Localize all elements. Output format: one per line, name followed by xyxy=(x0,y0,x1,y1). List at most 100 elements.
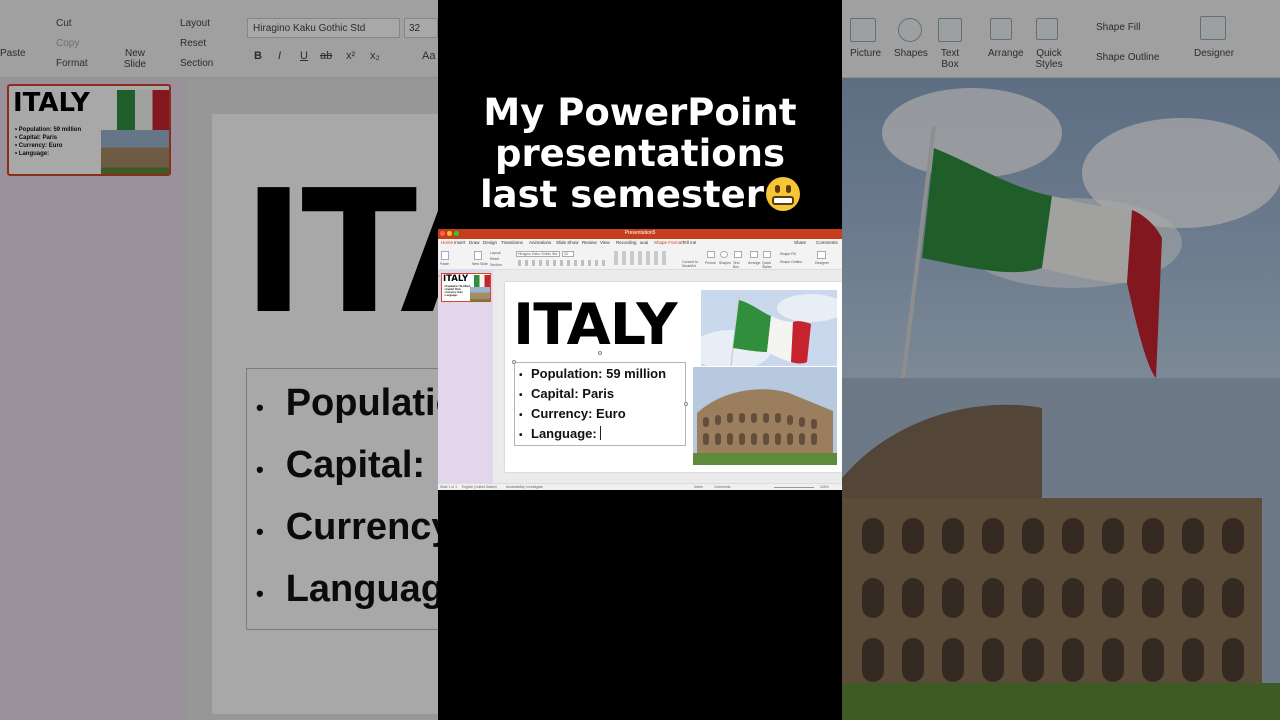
designer-icon[interactable] xyxy=(817,251,826,259)
comments-status-button[interactable]: Comments xyxy=(714,485,730,489)
background-ribbon: Paste Cut Copy Format New Slide Layout R… xyxy=(0,0,438,78)
thumb-title: ITALY xyxy=(443,274,469,284)
tab-acai[interactable]: acai xyxy=(640,240,648,245)
caption-line-2: presentations xyxy=(494,132,786,175)
superscript-button[interactable]: x² xyxy=(346,50,355,62)
picture-label: Picture xyxy=(705,261,716,265)
text-box-icon[interactable] xyxy=(938,18,962,42)
font-size-dropdown[interactable]: 32 xyxy=(562,251,574,257)
tab-slide-show[interactable]: Slide Show xyxy=(556,240,579,245)
bullet-language[interactable]: • Language: xyxy=(519,426,601,444)
paste-icon[interactable] xyxy=(441,251,449,260)
picture-icon[interactable] xyxy=(707,251,715,258)
section-button[interactable]: Section xyxy=(490,263,502,267)
underline-button[interactable]: U xyxy=(300,50,308,62)
text-cursor xyxy=(599,426,601,440)
arrange-icon[interactable] xyxy=(750,251,758,258)
bold-button[interactable]: B xyxy=(254,50,262,62)
colosseum-image[interactable] xyxy=(693,367,837,465)
left-background-panel: Paste Cut Copy Format New Slide Layout R… xyxy=(0,0,438,720)
shapes-icon[interactable] xyxy=(720,251,728,258)
background-bullet-2: •Currency: Euro xyxy=(256,506,438,548)
resize-handle-icon[interactable] xyxy=(512,360,516,364)
quick-styles-label: Quick Styles xyxy=(762,261,772,269)
shapes-icon[interactable] xyxy=(898,18,922,42)
font-name-value: Hiragino Kaku Gothic Std xyxy=(518,252,558,256)
home-ribbon: Paste New Slide Layout Reset Section Hir… xyxy=(438,248,842,270)
text-box-label: Text Box xyxy=(733,261,740,269)
tab-shape-format[interactable]: Shape Format xyxy=(654,240,683,245)
background-thumbnail-pane: ITALY • Population: 59 million • Capital… xyxy=(0,78,186,720)
tab-recording[interactable]: Recording xyxy=(616,240,637,245)
slide-1[interactable]: ITALY • Population: 59 million • Capital… xyxy=(505,282,842,472)
ribbon-tabs: Home Insert Draw Design Transitions Anim… xyxy=(438,239,842,248)
text-box-icon[interactable] xyxy=(734,251,742,258)
shape-outline-label[interactable]: Shape Outline xyxy=(1096,52,1159,63)
shapes-label: Shapes xyxy=(719,261,731,265)
bullet-capital: • Capital: Paris xyxy=(519,386,615,401)
background-bullet-1: •Capital: Paris xyxy=(256,444,438,486)
subscript-button[interactable]: x₂ xyxy=(370,50,380,62)
thumb-colosseum-image xyxy=(101,130,169,174)
italic-button[interactable]: I xyxy=(278,50,281,62)
section-label: Section xyxy=(180,58,214,69)
new-slide-icon[interactable] xyxy=(474,251,482,260)
tab-animations[interactable]: Animations xyxy=(529,240,551,245)
strikethrough-button[interactable]: ab xyxy=(320,50,332,62)
designer-label: Designer xyxy=(815,261,830,265)
background-slide-canvas: ITALY •Population: 59 million •Capital: … xyxy=(186,78,438,720)
bullet-population: • Population: 59 million xyxy=(519,366,667,381)
language-status[interactable]: English (United States) xyxy=(462,485,497,489)
change-case-button[interactable]: Aa xyxy=(422,50,435,62)
paragraph-buttons[interactable] xyxy=(614,251,670,265)
convert-smartart-button[interactable]: Convert to SmartArt xyxy=(682,260,704,268)
tab-insert[interactable]: Insert xyxy=(454,240,465,245)
layout-button[interactable]: Layout xyxy=(490,251,501,255)
format-label: Format xyxy=(56,58,88,69)
arrange-icon[interactable] xyxy=(990,18,1012,40)
accessibility-status[interactable]: Accessibility: Investigate xyxy=(506,485,543,489)
shape-outline-button[interactable]: Shape Outline xyxy=(780,260,802,264)
slide-thumbnail[interactable]: ITALY • Population: 59 million • Capital… xyxy=(441,273,491,302)
thumb-flag-image xyxy=(474,275,490,287)
photo-illustration xyxy=(842,125,1280,720)
background-slide-thumbnail[interactable]: ITALY • Population: 59 million • Capital… xyxy=(7,84,171,176)
zoom-slider[interactable] xyxy=(774,487,814,488)
tab-review[interactable]: Review xyxy=(582,240,597,245)
shape-fill-button[interactable]: Shape Fill xyxy=(780,252,796,256)
designer-icon[interactable] xyxy=(1200,16,1226,40)
font-format-buttons[interactable] xyxy=(518,260,608,266)
zoom-level: 115% xyxy=(820,485,829,489)
right-background-ribbon: Picture Shapes Text Box Arrange Quick St… xyxy=(842,0,1280,78)
picture-icon[interactable] xyxy=(850,18,876,42)
notes-button[interactable]: Notes xyxy=(694,485,703,489)
copy-label: Copy xyxy=(56,38,80,49)
window-title: Presentation5 xyxy=(624,230,656,236)
shape-fill-label[interactable]: Shape Fill xyxy=(1096,22,1140,33)
thumb-bullets: • Population: 59 million • Capital: Pari… xyxy=(15,127,82,157)
italy-flag-image[interactable] xyxy=(701,290,837,366)
background-slide-title: ITALY xyxy=(242,154,438,352)
font-name-dropdown[interactable]: Hiragino Kaku Gothic Std xyxy=(247,18,400,38)
quick-styles-icon[interactable] xyxy=(763,251,771,258)
rotate-handle-icon[interactable] xyxy=(598,351,602,355)
thumb-number: 1 xyxy=(438,274,440,278)
font-name-dropdown[interactable]: Hiragino Kaku Gothic Std xyxy=(516,251,560,257)
comments-button[interactable]: Comments xyxy=(816,240,838,245)
slide-title[interactable]: ITALY xyxy=(513,294,677,356)
tab-draw[interactable]: Draw xyxy=(469,240,480,245)
tab-view[interactable]: View xyxy=(600,240,610,245)
thumb-flag-image xyxy=(117,90,169,130)
tab-design[interactable]: Design xyxy=(483,240,497,245)
tab-home[interactable]: Home xyxy=(441,240,453,245)
quick-styles-icon[interactable] xyxy=(1036,18,1058,40)
font-size-value: 32 xyxy=(564,252,568,256)
tab-tell-me[interactable]: Tell me xyxy=(682,240,696,245)
reset-button[interactable]: Reset xyxy=(490,257,499,261)
background-bullet-3: •Language: xyxy=(256,568,438,610)
flag-green-stripe xyxy=(922,148,1052,273)
resize-handle-icon[interactable] xyxy=(684,402,688,406)
share-button[interactable]: Share xyxy=(794,240,806,245)
font-size-dropdown[interactable]: 32 xyxy=(404,18,438,38)
tab-transitions[interactable]: Transitions xyxy=(501,240,523,245)
